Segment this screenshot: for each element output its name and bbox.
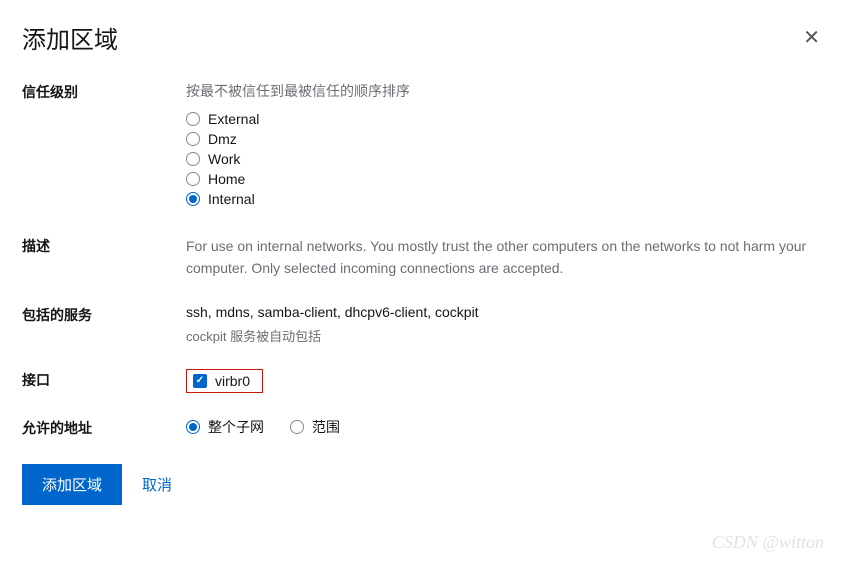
interface-name: virbr0 [215,373,250,389]
row-allowed-addr: 允许的地址 整个子网 范围 [22,417,820,438]
radio-option-subnet[interactable]: 整个子网 [186,417,264,437]
radio-icon [186,192,200,206]
radio-option-range[interactable]: 范围 [290,417,340,437]
checkbox-icon [193,374,207,388]
radio-icon [186,172,200,186]
radio-option-dmz[interactable]: Dmz [186,131,820,147]
trust-radio-group: External Dmz Work Home Internal [186,111,820,207]
row-services: 包括的服务 ssh, mdns, samba-client, dhcpv6-cl… [22,304,820,345]
radio-icon [186,420,200,434]
row-trust-level: 信任级别 按最不被信任到最被信任的顺序排序 External Dmz Work … [22,81,820,211]
description-text: For use on internal networks. You mostly… [186,235,820,280]
radio-option-home[interactable]: Home [186,171,820,187]
trust-hint: 按最不被信任到最被信任的顺序排序 [186,81,820,101]
label-services: 包括的服务 [22,304,186,325]
submit-button[interactable]: 添加区域 [22,464,122,505]
row-description: 描述 For use on internal networks. You mos… [22,235,820,280]
radio-option-work[interactable]: Work [186,151,820,167]
dialog-footer: 添加区域 取消 [22,464,820,505]
radio-option-internal[interactable]: Internal [186,191,820,207]
services-list: ssh, mdns, samba-client, dhcpv6-client, … [186,304,820,320]
dialog-title: 添加区域 [22,20,118,55]
radio-option-external[interactable]: External [186,111,820,127]
radio-icon [186,112,200,126]
services-note: cockpit 服务被自动包括 [186,326,820,345]
label-interfaces: 接口 [22,369,186,390]
radio-icon [186,152,200,166]
radio-icon [290,420,304,434]
row-interfaces: 接口 virbr0 [22,369,820,393]
cancel-button[interactable]: 取消 [142,474,172,495]
label-trust-level: 信任级别 [22,81,186,102]
radio-icon [186,132,200,146]
close-icon[interactable]: ✕ [803,28,820,48]
label-allowed-addr: 允许的地址 [22,417,186,438]
interface-item[interactable]: virbr0 [186,369,263,393]
label-description: 描述 [22,235,186,256]
watermark-text: CSDN @witton [712,532,824,553]
allowed-radio-group: 整个子网 范围 [186,417,820,437]
